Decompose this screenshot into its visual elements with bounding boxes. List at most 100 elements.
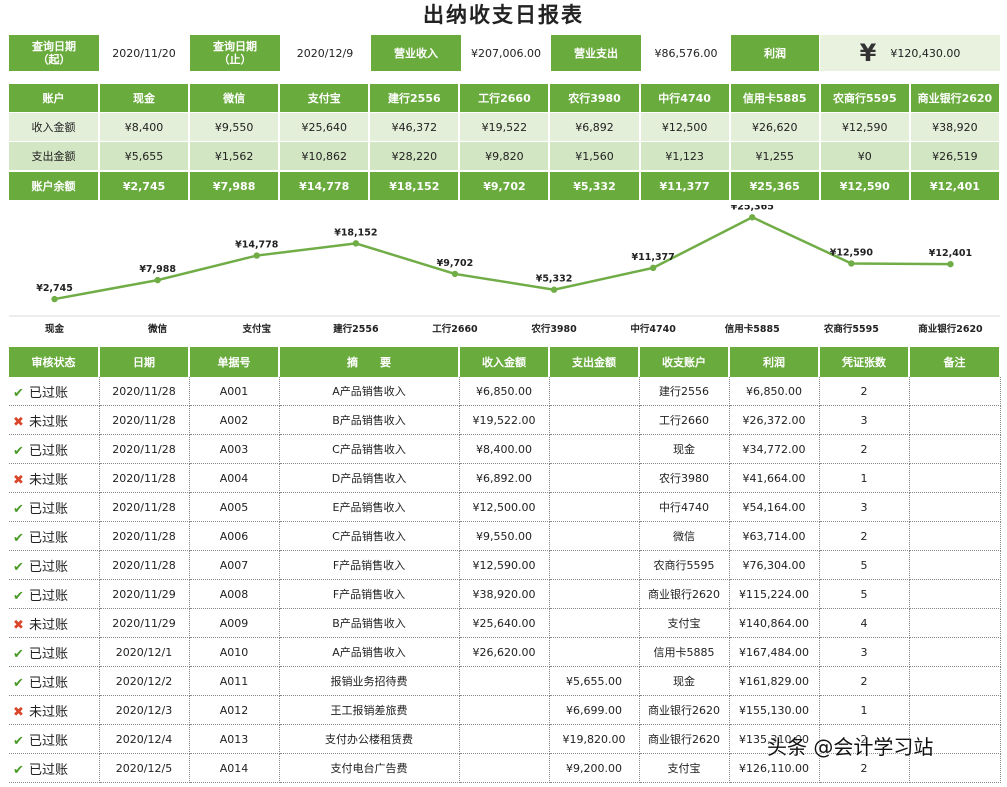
ledger-row[interactable]: ✔ 已过账 2020/11/28 A003 C产品销售收入 ¥8,400.00 现金 ¥34,… bbox=[9, 434, 1001, 464]
end-date-value[interactable]: 2020/12/9 bbox=[280, 35, 370, 71]
balance-cell: ¥12,590 bbox=[819, 170, 911, 200]
ledger-row[interactable]: ✔ 已过账 2020/11/29 A008 F产品销售收入 ¥38,920.00 商业银行2… bbox=[9, 579, 1001, 609]
x-tick-label: 农商行5595 bbox=[823, 323, 879, 335]
expense-amount-cell bbox=[549, 405, 640, 435]
ledger-header-cell: 支出金额 bbox=[549, 347, 640, 377]
profit-cell: ¥167,484.00 bbox=[729, 637, 820, 667]
ledger-row[interactable]: ✔ 已过账 2020/12/1 A010 A产品销售收入 ¥26,620.00 信用卡588… bbox=[9, 637, 1001, 667]
profit-box: ¥ ¥120,430.00 bbox=[820, 35, 1000, 71]
memo-cell: A产品销售收入 bbox=[279, 377, 460, 406]
status-cell: ✖ 未过账 bbox=[9, 463, 100, 493]
expense-amount-cell bbox=[549, 463, 640, 493]
account-cell: 农行3980 bbox=[639, 463, 730, 493]
data-label: ¥11,377 bbox=[632, 252, 675, 263]
x-tick-label: 中行4740 bbox=[630, 323, 676, 335]
expense-cell: ¥1,123 bbox=[639, 141, 731, 171]
memo-cell: A产品销售收入 bbox=[279, 637, 460, 667]
profit-cell: ¥6,850.00 bbox=[729, 377, 820, 406]
status-text: 已过账 bbox=[29, 646, 69, 662]
profit-cell: ¥34,772.00 bbox=[729, 434, 820, 464]
voucher-count-cell: 5 bbox=[819, 550, 910, 580]
status-text: 已过账 bbox=[29, 559, 69, 575]
ledger-header-cell: 凭证张数 bbox=[819, 347, 910, 377]
check-icon: ✔ bbox=[13, 385, 24, 401]
income-value: ¥207,006.00 bbox=[461, 35, 551, 71]
income-cell: ¥12,590 bbox=[819, 112, 911, 142]
ledger-table: 审核状态 日期 单据号摘 要收入金额 支出金额 收支账户 利润 凭证张数 备注 ✔ 已过账 202… bbox=[9, 347, 1001, 783]
note-cell bbox=[909, 666, 1001, 696]
date-cell: 2020/12/3 bbox=[99, 695, 190, 725]
date-cell: 2020/11/28 bbox=[99, 405, 190, 435]
income-row: 收入金额 ¥8,400 ¥9,550 ¥25,640 ¥46,372 ¥19,522 ¥6,… bbox=[9, 112, 1001, 142]
ledger-row[interactable]: ✖ 未过账 2020/11/28 A004 D产品销售收入 ¥6,892.00 农行3980… bbox=[9, 463, 1001, 493]
x-tick-label: 现金 bbox=[45, 323, 65, 335]
profit-cell: ¥115,224.00 bbox=[729, 579, 820, 609]
ledger-row[interactable]: ✔ 已过账 2020/11/28 A005 E产品销售收入 ¥12,500.00 中行474… bbox=[9, 492, 1001, 522]
data-point bbox=[848, 260, 855, 267]
ledger-row[interactable]: ✔ 已过账 2020/11/28 A001 A产品销售收入 ¥6,850.00 建行2556… bbox=[9, 377, 1001, 406]
ledger-header-cell: 单据号 bbox=[189, 347, 280, 377]
memo-cell: B产品销售收入 bbox=[279, 405, 460, 435]
status-cell: ✔ 已过账 bbox=[9, 492, 100, 522]
check-icon: ✔ bbox=[13, 443, 24, 459]
income-amount-cell bbox=[459, 724, 550, 754]
doc-no-cell: A001 bbox=[189, 377, 280, 406]
status-text: 已过账 bbox=[29, 501, 69, 517]
ledger-row[interactable]: ✖ 未过账 2020/12/3 A012 王工报销差旅费 ¥6,699.00 商业银行262… bbox=[9, 695, 1001, 725]
doc-no-cell: A005 bbox=[189, 492, 280, 522]
data-label: ¥2,745 bbox=[36, 283, 73, 294]
doc-no-cell: A009 bbox=[189, 608, 280, 638]
cross-icon: ✖ bbox=[13, 617, 24, 633]
data-point bbox=[649, 264, 657, 272]
data-label: ¥25,365 bbox=[731, 205, 774, 212]
note-cell bbox=[909, 434, 1001, 464]
memo-cell: D产品销售收入 bbox=[279, 463, 460, 493]
check-icon: ✔ bbox=[13, 588, 24, 604]
voucher-count-cell: 3 bbox=[819, 492, 910, 522]
date-cell: 2020/11/29 bbox=[99, 579, 190, 609]
expense-amount-cell bbox=[549, 637, 640, 667]
expense-amount-cell: ¥5,655.00 bbox=[549, 666, 640, 696]
check-icon: ✔ bbox=[13, 762, 24, 778]
expense-amount-cell bbox=[549, 492, 640, 522]
check-icon: ✔ bbox=[13, 646, 24, 662]
note-cell bbox=[909, 695, 1001, 725]
memo-cell: F产品销售收入 bbox=[279, 579, 460, 609]
expense-amount-cell bbox=[549, 521, 640, 551]
x-tick-label: 微信 bbox=[147, 323, 168, 335]
ledger-row[interactable]: ✖ 未过账 2020/11/29 A009 B产品销售收入 ¥25,640.00 支付宝 ¥1… bbox=[9, 608, 1001, 638]
memo-cell: 报销业务招待费 bbox=[279, 666, 460, 696]
note-cell bbox=[909, 608, 1001, 638]
balance-cell: ¥11,377 bbox=[639, 170, 731, 200]
expense-cell: ¥5,655 bbox=[99, 141, 191, 171]
balance-cell: ¥9,702 bbox=[459, 170, 551, 200]
end-date-label: 查询日期 （止） bbox=[190, 35, 280, 71]
expense-amount-cell: ¥6,699.00 bbox=[549, 695, 640, 725]
cross-icon: ✖ bbox=[13, 704, 24, 720]
ledger-row[interactable]: ✔ 已过账 2020/11/28 A007 F产品销售收入 ¥12,590.00 农商行55… bbox=[9, 550, 1001, 580]
profit-value: ¥120,430.00 bbox=[890, 46, 961, 60]
voucher-count-cell: 2 bbox=[819, 521, 910, 551]
balance-line-chart: ¥2,745 现金 ¥7,988 微信 ¥14,778 支付宝 ¥18,152 建行2556 ¥… bbox=[9, 205, 1000, 340]
check-icon: ✔ bbox=[13, 530, 24, 546]
x-tick-label: 支付宝 bbox=[241, 323, 271, 335]
doc-no-cell: A006 bbox=[189, 521, 280, 551]
balance-cell: ¥25,365 bbox=[729, 170, 821, 200]
profit-cell: ¥26,372.00 bbox=[729, 405, 820, 435]
balance-cell: ¥2,745 bbox=[99, 170, 191, 200]
ledger-row[interactable]: ✖ 未过账 2020/11/28 A002 B产品销售收入 ¥19,522.00 工行266… bbox=[9, 405, 1001, 435]
ledger-header-cell: 日期 bbox=[99, 347, 190, 377]
account-cell: 农商行5595 bbox=[639, 550, 730, 580]
balance-cell: ¥14,778 bbox=[279, 170, 371, 200]
income-cell: ¥25,640 bbox=[279, 112, 371, 142]
account-name: 支付宝 bbox=[279, 84, 371, 113]
ledger-row[interactable]: ✔ 已过账 2020/12/2 A011 报销业务招待费 ¥5,655.00 现金 ¥161,… bbox=[9, 666, 1001, 696]
watermark: 头条 @会计学习站 bbox=[767, 735, 934, 759]
start-date-value[interactable]: 2020/11/20 bbox=[99, 35, 189, 71]
ledger-row[interactable]: ✔ 已过账 2020/11/28 A006 C产品销售收入 ¥9,550.00 微信 ¥63,… bbox=[9, 521, 1001, 551]
doc-no-cell: A011 bbox=[189, 666, 280, 696]
status-cell: ✔ 已过账 bbox=[9, 637, 100, 667]
status-cell: ✔ 已过账 bbox=[9, 434, 100, 464]
expense-cell: ¥1,560 bbox=[549, 141, 641, 171]
account-header-label: 账户 bbox=[9, 84, 100, 113]
